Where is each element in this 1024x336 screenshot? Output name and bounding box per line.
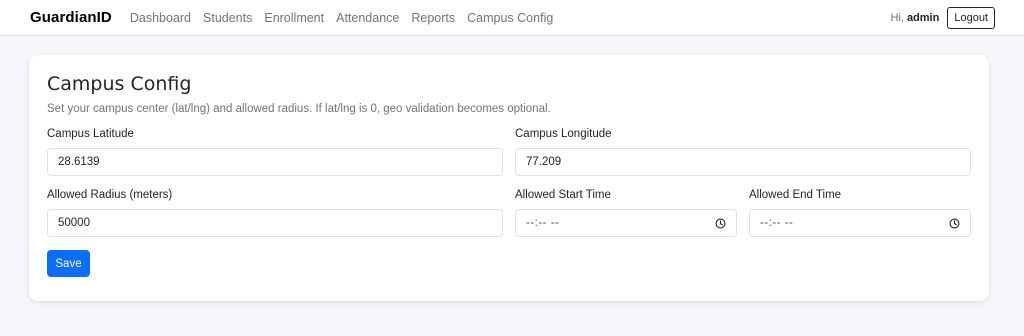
end-time-label: Allowed End Time bbox=[749, 189, 842, 201]
page-description: Set your campus center (lat/lng) and all… bbox=[47, 103, 551, 115]
nav-link-campus-config[interactable]: Campus Config bbox=[467, 11, 553, 25]
nav-link-students[interactable]: Students bbox=[203, 11, 252, 25]
clock-icon[interactable] bbox=[715, 217, 726, 229]
nav-links: Dashboard Students Enrollment Attendance… bbox=[130, 11, 553, 25]
coordinates-row: Campus Latitude 28.6139 Campus Longitude… bbox=[47, 128, 971, 176]
longitude-group: Campus Longitude 77.209 bbox=[515, 128, 971, 176]
user-greeting: Hi, admin bbox=[890, 12, 939, 24]
latitude-value: 28.6139 bbox=[58, 156, 100, 168]
radius-time-row: Allowed Radius (meters) 50000 Allowed St… bbox=[47, 189, 971, 237]
navbar: GuardianID Dashboard Students Enrollment… bbox=[0, 0, 1024, 36]
start-time-label: Allowed Start Time bbox=[515, 189, 611, 201]
latitude-group: Campus Latitude 28.6139 bbox=[47, 128, 503, 176]
clock-icon[interactable] bbox=[949, 217, 960, 229]
end-time-placeholder: --:-- -- bbox=[760, 217, 794, 229]
campus-config-card: Campus Config Set your campus center (la… bbox=[29, 55, 989, 301]
page-title: Campus Config bbox=[47, 73, 192, 95]
radius-input[interactable]: 50000 bbox=[47, 209, 503, 237]
radius-label: Allowed Radius (meters) bbox=[47, 189, 173, 201]
start-time-input[interactable]: --:-- -- bbox=[515, 209, 737, 237]
start-time-group: Allowed Start Time --:-- -- bbox=[515, 189, 737, 237]
start-time-placeholder: --:-- -- bbox=[526, 217, 560, 229]
save-button[interactable]: Save bbox=[47, 250, 90, 277]
nav-link-dashboard[interactable]: Dashboard bbox=[130, 11, 191, 25]
latitude-label: Campus Latitude bbox=[47, 128, 134, 140]
latitude-input[interactable]: 28.6139 bbox=[47, 148, 503, 176]
nav-link-attendance[interactable]: Attendance bbox=[336, 11, 399, 25]
greeting-prefix: Hi, bbox=[890, 11, 907, 24]
time-group: Allowed Start Time --:-- -- Allowed End … bbox=[515, 189, 971, 237]
radius-group: Allowed Radius (meters) 50000 bbox=[47, 189, 503, 237]
longitude-input[interactable]: 77.209 bbox=[515, 148, 971, 176]
end-time-input[interactable]: --:-- -- bbox=[749, 209, 971, 237]
user-area: Hi, admin Logout bbox=[890, 6, 995, 29]
nav-link-enrollment[interactable]: Enrollment bbox=[264, 11, 324, 25]
end-time-group: Allowed End Time --:-- -- bbox=[749, 189, 971, 237]
brand-logo[interactable]: GuardianID bbox=[30, 9, 112, 26]
radius-value: 50000 bbox=[58, 217, 90, 229]
longitude-value: 77.209 bbox=[526, 156, 562, 168]
nav-link-reports[interactable]: Reports bbox=[411, 11, 455, 25]
username: admin bbox=[906, 11, 940, 24]
logout-button[interactable]: Logout bbox=[947, 6, 995, 29]
longitude-label: Campus Longitude bbox=[515, 128, 612, 140]
